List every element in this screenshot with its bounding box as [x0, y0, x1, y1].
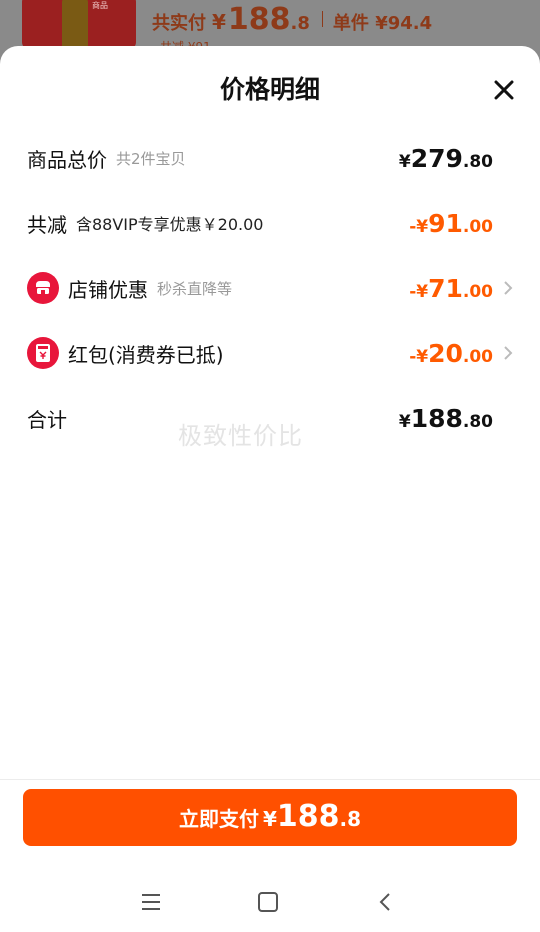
row-amount: ¥ 279 .80 [399, 138, 493, 178]
row-amount: -¥ 71 .00 [409, 268, 493, 308]
row-label: 店铺优惠 [68, 277, 148, 302]
product-image [62, 0, 88, 50]
row-total-discount: 共减 含88VIP专享优惠￥20.00 -¥ 91 .00 [0, 203, 540, 243]
amount-yen: ¥ [398, 412, 411, 432]
background-price-yen: ¥ [212, 10, 226, 34]
row-red-packet[interactable]: 红包(消费券已抵) -¥ 20 .00 [0, 333, 540, 373]
row-subtext: 秒杀直降等 [157, 279, 233, 298]
amount-yen: -¥ [409, 347, 429, 367]
amount-int: 71 [428, 274, 463, 303]
system-nav-bar [0, 878, 540, 932]
background-price-label: 共实付 [152, 13, 206, 34]
amount-dec: .80 [462, 152, 493, 172]
red-packet-icon [27, 337, 59, 369]
shop-icon [27, 272, 59, 304]
row-amount: -¥ 91 .00 [409, 203, 493, 243]
row-label: 红包(消费券已抵) [68, 342, 224, 367]
amount-yen: -¥ [409, 282, 429, 302]
background-page: 商品 共实付 ¥ 188 .8 单件 ¥94.4 共减 ¥91 [0, 0, 540, 54]
pay-button-label: 立即支付 [178, 807, 259, 831]
background-price-int: 188 [227, 2, 291, 37]
background-price-dec: .8 [290, 13, 310, 34]
watermark: 极致性价比 [178, 422, 303, 450]
amount-dec: .00 [462, 282, 493, 302]
amount-dec: .00 [462, 217, 493, 237]
row-label: 合计 [27, 407, 67, 432]
row-amount: ¥ 188 .80 [399, 398, 493, 438]
amount-yen: ¥ [398, 152, 411, 172]
row-subtext: 共2件宝贝 [116, 149, 186, 168]
home-icon[interactable] [257, 892, 279, 912]
amount-dec: .80 [462, 412, 493, 432]
row-subtext: 含88VIP专享优惠￥20.00 [76, 215, 264, 234]
amount-int: 20 [428, 339, 463, 368]
amount-int: 91 [428, 209, 463, 238]
amount-int: 188 [410, 404, 463, 433]
row-shop-discount[interactable]: 店铺优惠 秒杀直降等 -¥ 71 .00 [0, 268, 540, 308]
menu-icon[interactable] [140, 892, 162, 912]
pay-button-yen: ¥ [262, 807, 277, 831]
row-amount: -¥ 20 .00 [409, 333, 493, 373]
row-total-price: 商品总价 共2件宝贝 ¥ 279 .80 [0, 138, 540, 178]
amount-dec: .00 [462, 347, 493, 367]
amount-yen: -¥ [409, 217, 429, 237]
pay-now-button[interactable]: 立即支付 ¥ 188 .8 [23, 789, 517, 846]
product-thumbnail: 商品 [22, 0, 136, 50]
chevron-right-icon[interactable] [502, 280, 514, 296]
price-detail-sheet: 价格明细 商品总价 共2件宝贝 ¥ 279 .80 共减 含88VIP专享优惠￥… [0, 46, 540, 932]
back-icon[interactable] [376, 892, 394, 912]
thumbnail-tag: 商品 [92, 1, 108, 10]
pay-button-dec: .8 [339, 807, 362, 831]
sheet-title: 价格明细 [219, 75, 320, 104]
unit-price: 单件 ¥94.4 [332, 13, 433, 34]
chevron-right-icon[interactable] [502, 345, 514, 361]
row-label: 商品总价 [27, 147, 107, 172]
close-icon[interactable] [492, 78, 516, 102]
pay-button-int: 188 [276, 799, 340, 834]
divider [0, 779, 540, 780]
background-price: 共实付 ¥ 188 .8 单件 ¥94.4 [152, 2, 433, 37]
amount-int: 279 [410, 144, 463, 173]
divider [321, 11, 323, 27]
row-label: 共减 [27, 212, 67, 237]
